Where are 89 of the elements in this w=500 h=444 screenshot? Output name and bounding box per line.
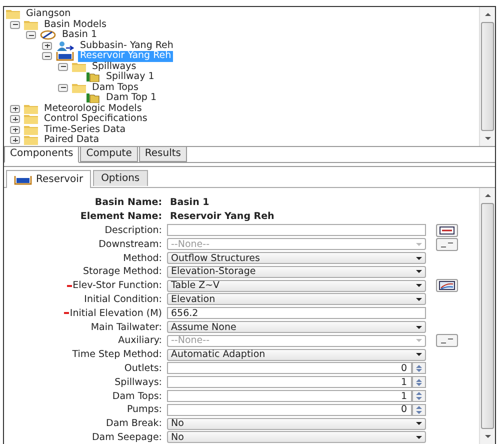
dropdown[interactable]: Assume None [167, 321, 426, 334]
field-label: Dam Tops: [111, 390, 163, 402]
notes-icon [439, 226, 455, 235]
tab[interactable]: Compute [80, 147, 138, 162]
folder-icon [24, 104, 38, 114]
field-label: Storage Method: [82, 266, 163, 278]
tree-item[interactable]: Subbasin- Yang Reh [78, 40, 176, 51]
field-label: Method: [122, 252, 163, 264]
field-value: Basin 1 [169, 197, 210, 208]
field-label: Dam Break: [105, 418, 163, 430]
field-value: Reservoir Yang Reh [169, 211, 276, 222]
tree-toggle[interactable] [42, 52, 52, 60]
subbasin-icon [56, 40, 74, 51]
dropdown[interactable]: Outflow Structures [167, 252, 426, 264]
dropdown[interactable]: Elevation [167, 293, 426, 306]
notes-button[interactable] [436, 224, 458, 237]
tree-item[interactable]: Time-Series Data [42, 124, 128, 135]
tab[interactable]: Options [93, 170, 148, 186]
structure-icon [86, 93, 100, 104]
field-label: Time Step Method: [71, 349, 163, 360]
spinner-button[interactable] [412, 404, 426, 416]
tab[interactable]: Reservoir [6, 170, 92, 188]
field-label: Basin Name: [94, 197, 163, 208]
field-label: Spillways: [114, 376, 163, 388]
tree-toggle[interactable] [10, 115, 20, 124]
field-label: Auxiliary: [117, 335, 163, 346]
dropdown[interactable]: Automatic Adaption [167, 348, 426, 361]
spinner-button[interactable] [412, 390, 426, 402]
basin-icon [40, 30, 56, 40]
folder-icon [24, 20, 38, 30]
number-field[interactable]: 1 [167, 390, 412, 402]
field-label: Description: [104, 224, 163, 236]
tree-toggle[interactable] [10, 126, 20, 134]
folder-icon [24, 114, 38, 124]
tree-item[interactable]: Paired Data [42, 135, 102, 146]
folder-icon [24, 135, 38, 146]
scrollbar[interactable] [479, 7, 495, 146]
tree-item[interactable]: Spillways [90, 62, 138, 72]
tree-toggle[interactable] [10, 104, 20, 113]
dropdown[interactable]: Table Z~V [167, 280, 426, 292]
field-label: Downstream: [98, 238, 163, 250]
list-icon [439, 240, 455, 249]
tree-toggle[interactable] [26, 31, 36, 40]
field-label: Elev-Stor Function: [4, 280, 167, 292]
folder-icon [24, 124, 38, 135]
field-label: Main Tailwater: [90, 322, 163, 333]
field-label: Initial Condition: [83, 294, 163, 305]
scrollbar[interactable] [479, 188, 495, 444]
tree-item[interactable]: Giangson [24, 9, 73, 20]
number-field[interactable]: 0 [167, 362, 412, 374]
field-label: Element Name: [79, 211, 163, 222]
folder-icon [72, 62, 86, 72]
tree-item[interactable]: Dam Top 1 [104, 93, 159, 104]
tree-item[interactable]: Spillway 1 [104, 72, 156, 82]
list-button[interactable] [436, 238, 458, 251]
field-label: Initial Elevation (M) [4, 308, 167, 319]
dropdown[interactable]: No [167, 431, 426, 444]
tab[interactable]: Components [4, 147, 80, 163]
text-field[interactable] [167, 224, 426, 236]
dropdown[interactable]: No [167, 418, 426, 430]
text-field[interactable]: 656.2 [167, 307, 426, 320]
field-label: Dam Seepage: [90, 432, 163, 443]
tree-item[interactable]: Dam Tops [90, 82, 140, 93]
number-field[interactable]: 1 [167, 376, 412, 388]
tree-toggle[interactable] [58, 62, 68, 71]
reservoir-icon [14, 174, 32, 184]
graph-icon [439, 281, 455, 290]
tree-item[interactable]: Basin Models [42, 20, 108, 30]
field-label: Outlets: [123, 362, 163, 374]
tree-toggle[interactable] [42, 42, 52, 50]
tree-item[interactable]: Control Specifications [42, 114, 150, 124]
tree-item[interactable]: Basin 1 [60, 30, 100, 40]
tree-toggle[interactable] [10, 20, 20, 29]
structure-icon [86, 72, 100, 82]
graph-button[interactable] [436, 279, 458, 292]
number-field[interactable]: 0 [167, 404, 412, 416]
dropdown[interactable]: Elevation-Storage [167, 266, 426, 278]
spinner-button[interactable] [412, 376, 426, 388]
tree-item[interactable]: Meteorologic Models [42, 104, 144, 114]
field-label: Pumps: [126, 404, 163, 416]
folder-icon [72, 82, 86, 93]
spinner-button[interactable] [412, 362, 426, 374]
tree-toggle[interactable] [10, 136, 20, 144]
tree-toggle[interactable] [58, 84, 68, 92]
reservoir-icon [56, 51, 74, 62]
list-button[interactable] [436, 334, 458, 348]
list-icon [439, 336, 455, 346]
folder-icon [6, 9, 20, 20]
tab[interactable]: Results [138, 147, 187, 162]
